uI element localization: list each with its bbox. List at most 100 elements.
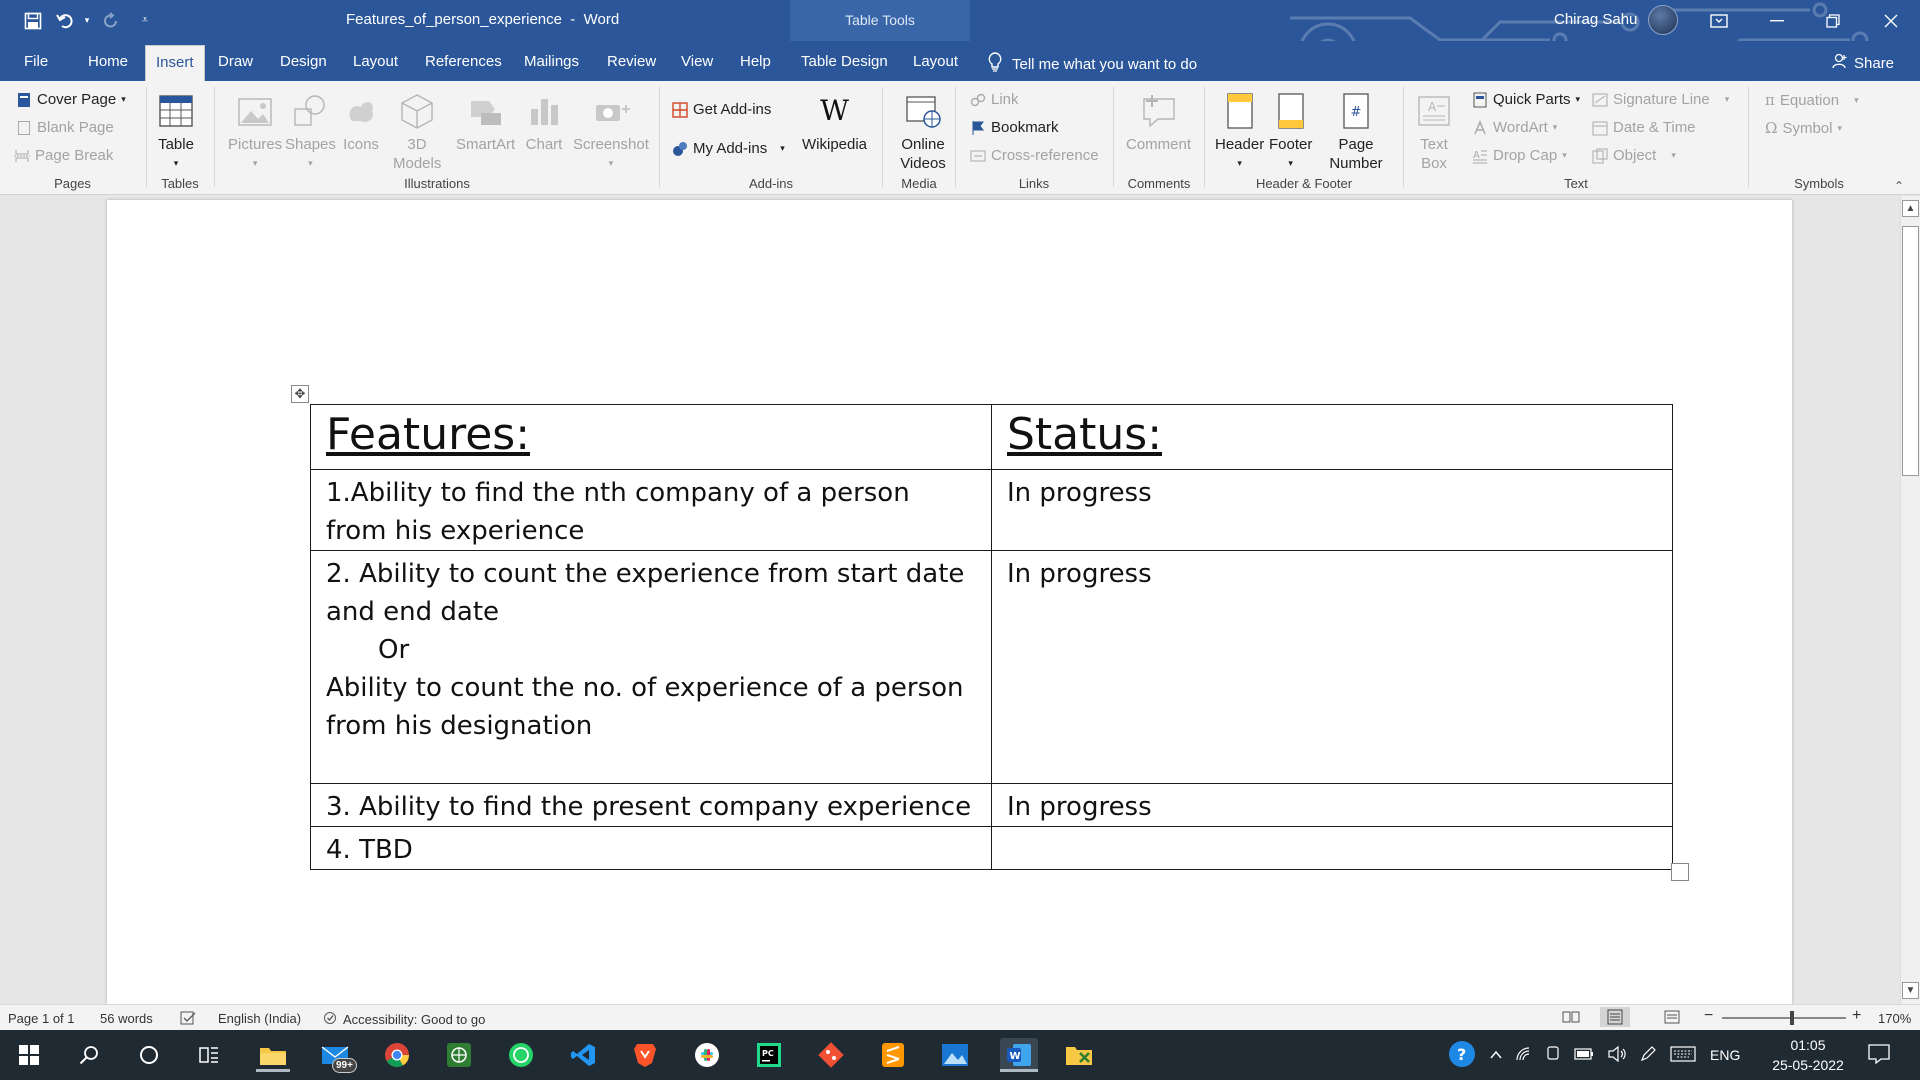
signature-line-button[interactable]: Signature Line ▾ (1592, 91, 1729, 108)
zoom-slider-thumb[interactable] (1790, 1011, 1794, 1025)
tab-file[interactable]: File (24, 53, 48, 70)
tab-layout[interactable]: Layout (353, 53, 398, 70)
date-time-button[interactable]: Date & Time (1592, 119, 1696, 136)
tab-help[interactable]: Help (740, 53, 771, 70)
drop-cap-button[interactable]: A Drop Cap ▾ (1472, 147, 1567, 164)
ribbon-display-options-icon[interactable] (1694, 0, 1744, 41)
bookmark-button[interactable]: Bookmark (970, 119, 1059, 136)
chart-button[interactable]: Chart (525, 85, 563, 154)
cortana-icon[interactable] (132, 1038, 166, 1072)
zoom-slider[interactable] (1722, 1011, 1846, 1025)
share-button[interactable]: Share (1832, 53, 1894, 73)
scroll-down-icon[interactable]: ▼ (1902, 982, 1919, 999)
git-icon[interactable] (814, 1038, 848, 1072)
tab-home[interactable]: Home (88, 53, 128, 70)
header-cell-features[interactable]: Features: (310, 404, 992, 470)
wifi-icon[interactable] (1516, 1046, 1532, 1064)
header-button[interactable]: Header ▾ (1215, 85, 1264, 173)
accessibility-status[interactable]: Accessibility: Good to go (323, 1011, 485, 1028)
meet-now-icon[interactable] (1546, 1045, 1560, 1065)
proofing-icon[interactable] (180, 1011, 196, 1025)
mail-icon[interactable]: 99+ (318, 1038, 357, 1073)
vertical-scrollbar[interactable]: ▲ ▼ (1900, 196, 1920, 1004)
photos-icon[interactable] (938, 1038, 972, 1072)
brave-icon[interactable] (628, 1038, 662, 1072)
undo-icon[interactable] (50, 4, 80, 38)
smartart-button[interactable]: SmartArt (456, 85, 515, 154)
scroll-up-icon[interactable]: ▲ (1902, 200, 1919, 217)
print-layout-icon[interactable] (1600, 1007, 1630, 1027)
file-explorer-icon[interactable] (256, 1038, 290, 1072)
tab-design[interactable]: Design (280, 53, 327, 70)
zoom-level[interactable]: 170% (1878, 1011, 1911, 1026)
my-addins-button[interactable]: My Add-ins ▾ (672, 140, 785, 157)
sublime-icon[interactable] (876, 1038, 910, 1072)
header-cell-status[interactable]: Status: (991, 404, 1673, 470)
tab-table-layout[interactable]: Layout (913, 53, 958, 70)
input-language[interactable]: ENG (1710, 1047, 1740, 1063)
status-cell[interactable]: In progress (991, 469, 1673, 551)
footer-button[interactable]: Footer ▾ (1269, 85, 1312, 173)
tab-review[interactable]: Review (607, 53, 656, 70)
shapes-button[interactable]: Shapes ▾ (285, 85, 336, 173)
table-button[interactable]: Table ▾ (157, 85, 195, 173)
read-mode-icon[interactable] (1562, 1009, 1580, 1025)
vscode-icon[interactable] (566, 1038, 600, 1072)
redo-icon[interactable] (94, 4, 128, 38)
clock[interactable]: 01:05 25-05-2022 (1768, 1035, 1848, 1075)
customize-qat-icon[interactable]: ⩡ (128, 4, 162, 38)
help-tray-icon[interactable]: ? (1448, 1040, 1476, 1071)
volume-icon[interactable] (1608, 1045, 1626, 1065)
page-break-button[interactable]: Page Break (14, 147, 113, 164)
tab-table-design[interactable]: Table Design (801, 53, 888, 70)
wikipedia-button[interactable]: W Wikipedia (802, 85, 867, 154)
minimize-icon[interactable] (1752, 0, 1802, 41)
blank-page-button[interactable]: Blank Page (16, 119, 114, 136)
notifications-icon[interactable] (1868, 1044, 1890, 1068)
search-icon[interactable] (72, 1038, 106, 1072)
comment-button[interactable]: Comment (1126, 85, 1191, 154)
globe-app-icon[interactable] (442, 1038, 476, 1072)
task-view-icon[interactable] (192, 1038, 226, 1072)
feature-cell[interactable]: 1.Ability to find the nth company of a p… (310, 469, 992, 551)
restore-icon[interactable] (1808, 0, 1858, 41)
zoom-out-icon[interactable]: − (1704, 1007, 1713, 1025)
symbol-button[interactable]: Ω Symbol ▾ (1765, 119, 1842, 137)
cross-reference-button[interactable]: Cross-reference (970, 147, 1099, 164)
feature-cell[interactable]: 4. TBD (310, 826, 992, 870)
wordart-button[interactable]: WordArt ▾ (1472, 119, 1557, 136)
features-table[interactable]: Features: Status: 1.Ability to find the … (310, 404, 1673, 870)
pictures-button[interactable]: Pictures ▾ (228, 85, 282, 173)
cover-page-button[interactable]: Cover Page ▾ (16, 91, 126, 108)
web-layout-icon[interactable] (1664, 1009, 1682, 1025)
online-videos-button[interactable]: Online Videos (897, 85, 949, 173)
scroll-thumb[interactable] (1902, 226, 1919, 476)
quick-parts-button[interactable]: Quick Parts ▾ (1472, 91, 1580, 108)
feature-cell[interactable]: 3. Ability to find the present company e… (310, 783, 992, 827)
avatar[interactable] (1648, 5, 1678, 35)
whatsapp-icon[interactable] (504, 1038, 538, 1072)
tab-view[interactable]: View (681, 53, 713, 70)
get-addins-button[interactable]: Get Add-ins (672, 101, 771, 118)
text-box-button[interactable]: A Text Box (1414, 85, 1454, 173)
user-name[interactable]: Chirag Sahu (1554, 11, 1637, 28)
save-icon[interactable] (16, 4, 50, 38)
equation-button[interactable]: π Equation ▾ (1765, 91, 1859, 109)
pen-icon[interactable] (1640, 1045, 1656, 1065)
tab-draw[interactable]: Draw (218, 53, 253, 70)
status-cell[interactable]: In progress (991, 550, 1673, 784)
3d-models-button[interactable]: 3D Models (393, 85, 441, 173)
tab-insert[interactable]: Insert (145, 45, 205, 81)
chrome-icon[interactable] (380, 1038, 414, 1072)
object-button[interactable]: Object ▾ (1592, 147, 1676, 164)
icons-button[interactable]: Icons (342, 85, 380, 154)
screenshot-button[interactable]: Screenshot ▾ (573, 85, 649, 173)
slack-icon[interactable] (690, 1038, 724, 1072)
word-icon[interactable]: W (1000, 1038, 1038, 1072)
feature-cell[interactable]: 2. Ability to count the experience from … (310, 550, 992, 784)
zoom-in-icon[interactable]: + (1852, 1007, 1861, 1025)
status-cell[interactable] (991, 826, 1673, 870)
tab-mailings[interactable]: Mailings (524, 53, 579, 70)
keyboard-icon[interactable] (1670, 1045, 1696, 1065)
file-manager-icon[interactable] (1062, 1038, 1096, 1072)
